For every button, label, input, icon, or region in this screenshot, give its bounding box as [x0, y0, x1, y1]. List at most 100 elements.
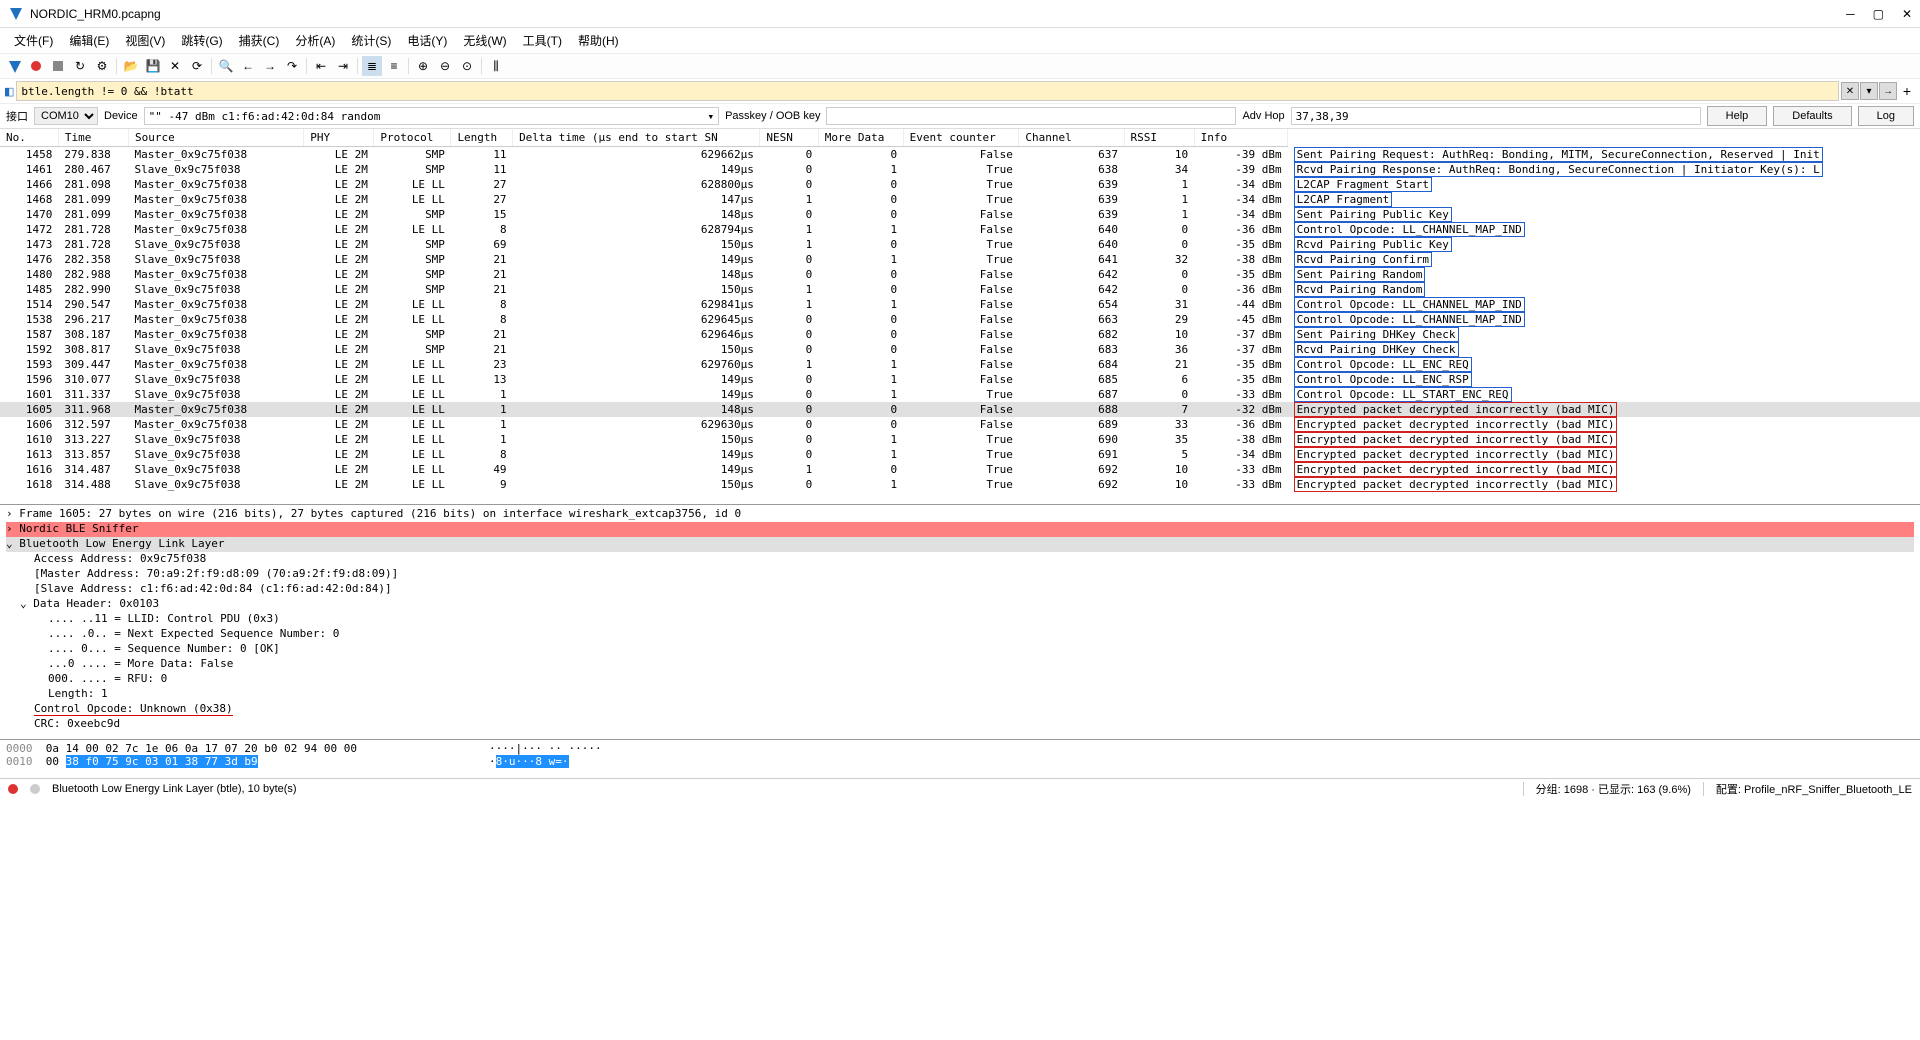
- detail-frame[interactable]: Frame 1605: 27 bytes on wire (216 bits),…: [6, 507, 1914, 522]
- minimize-button[interactable]: ─: [1846, 7, 1855, 21]
- app-icon: [8, 6, 24, 22]
- sniffer-toolbar: 接口 COM10 Device "" -47 dBm c1:f6:ad:42:0…: [0, 103, 1920, 129]
- status-bar: Bluetooth Low Energy Link Layer (btle), …: [0, 778, 1920, 798]
- advhop-input[interactable]: [1291, 107, 1701, 125]
- bookmark-icon[interactable]: ◧: [4, 85, 14, 98]
- table-row[interactable]: 1476282.358Slave_0x9c75f038LE 2MSMP21149…: [0, 252, 1920, 267]
- menu-item[interactable]: 工具(T): [517, 30, 568, 51]
- defaults-button[interactable]: Defaults: [1773, 106, 1851, 126]
- save-file-icon[interactable]: 💾: [143, 56, 163, 76]
- table-row[interactable]: 1601311.337Slave_0x9c75f038LE 2MLE LL114…: [0, 387, 1920, 402]
- menu-bar: 文件(F)编辑(E)视图(V)跳转(G)捕获(C)分析(A)统计(S)电话(Y)…: [0, 28, 1920, 53]
- go-first-icon[interactable]: ⇤: [311, 56, 331, 76]
- zoom-out-icon[interactable]: ⊖: [435, 56, 455, 76]
- menu-item[interactable]: 文件(F): [8, 30, 59, 51]
- table-row[interactable]: 1618314.488Slave_0x9c75f038LE 2MLE LL915…: [0, 477, 1920, 492]
- table-row[interactable]: 1610313.227Slave_0x9c75f038LE 2MLE LL115…: [0, 432, 1920, 447]
- go-back-icon[interactable]: ←: [238, 56, 258, 76]
- table-row[interactable]: 1485282.990Slave_0x9c75f038LE 2MSMP21150…: [0, 282, 1920, 297]
- table-row[interactable]: 1468281.099Master_0x9c75f038LE 2MLE LL27…: [0, 192, 1920, 207]
- log-button[interactable]: Log: [1858, 106, 1914, 126]
- table-row[interactable]: 1538296.217Master_0x9c75f038LE 2MLE LL86…: [0, 312, 1920, 327]
- status-right[interactable]: 配置: Profile_nRF_Sniffer_Bluetooth_LE: [1716, 781, 1912, 797]
- colorize-icon[interactable]: ≡: [384, 56, 404, 76]
- detail-slave[interactable]: [Slave Address: c1:f6:ad:42:0d:84 (c1:f6…: [6, 582, 1914, 597]
- table-row[interactable]: 1605311.968Master_0x9c75f038LE 2MLE LL11…: [0, 402, 1920, 417]
- reload-icon[interactable]: ⟳: [187, 56, 207, 76]
- menu-item[interactable]: 无线(W): [457, 30, 512, 51]
- detail-length[interactable]: Length: 1: [6, 687, 1914, 702]
- find-icon[interactable]: 🔍: [216, 56, 236, 76]
- table-row[interactable]: 1587308.187Master_0x9c75f038LE 2MSMP2162…: [0, 327, 1920, 342]
- detail-rfu[interactable]: 000. .... = RFU: 0: [6, 672, 1914, 687]
- go-last-icon[interactable]: ⇥: [333, 56, 353, 76]
- filter-clear-icon[interactable]: ✕: [1841, 82, 1859, 100]
- detail-llid[interactable]: .... ..11 = LLID: Control PDU (0x3): [6, 612, 1914, 627]
- main-toolbar: ↻ ⚙ 📂 💾 ✕ ⟳ 🔍 ← → ↷ ⇤ ⇥ ≣ ≡ ⊕ ⊖ ⊙ ⫼: [0, 53, 1920, 79]
- menu-item[interactable]: 编辑(E): [63, 30, 115, 51]
- table-row[interactable]: 1461280.467Slave_0x9c75f038LE 2MSMP11149…: [0, 162, 1920, 177]
- menu-item[interactable]: 分析(A): [289, 30, 341, 51]
- table-row[interactable]: 1473281.728Slave_0x9c75f038LE 2MSMP69150…: [0, 237, 1920, 252]
- detail-ble[interactable]: Bluetooth Low Energy Link Layer: [6, 537, 1914, 552]
- help-button[interactable]: Help: [1707, 106, 1768, 126]
- detail-nordic[interactable]: Nordic BLE Sniffer: [6, 522, 1914, 537]
- table-row[interactable]: 1480282.988Master_0x9c75f038LE 2MSMP2114…: [0, 267, 1920, 282]
- table-row[interactable]: 1592308.817Slave_0x9c75f038LE 2MSMP21150…: [0, 342, 1920, 357]
- menu-item[interactable]: 电话(Y): [401, 30, 453, 51]
- table-row[interactable]: 1466281.098Master_0x9c75f038LE 2MLE LL27…: [0, 177, 1920, 192]
- detail-datahdr[interactable]: Data Header: 0x0103: [6, 597, 1914, 612]
- table-row[interactable]: 1593309.447Master_0x9c75f038LE 2MLE LL23…: [0, 357, 1920, 372]
- menu-item[interactable]: 捕获(C): [233, 30, 286, 51]
- zoom-in-icon[interactable]: ⊕: [413, 56, 433, 76]
- table-row[interactable]: 1458279.838Master_0x9c75f038LE 2MSMP1162…: [0, 147, 1920, 162]
- filter-apply-icon[interactable]: →: [1879, 82, 1897, 100]
- close-file-icon[interactable]: ✕: [165, 56, 185, 76]
- table-row[interactable]: 1606312.597Master_0x9c75f038LE 2MLE LL16…: [0, 417, 1920, 432]
- table-row[interactable]: 1514290.547Master_0x9c75f038LE 2MLE LL86…: [0, 297, 1920, 312]
- restart-capture-icon[interactable]: [48, 56, 68, 76]
- go-to-packet-icon[interactable]: ↷: [282, 56, 302, 76]
- interface-select[interactable]: COM10: [34, 107, 98, 125]
- detail-more[interactable]: ...0 .... = More Data: False: [6, 657, 1914, 672]
- detail-access[interactable]: Access Address: 0x9c75f038: [6, 552, 1914, 567]
- detail-crc[interactable]: CRC: 0xeebc9d: [6, 717, 1914, 732]
- menu-item[interactable]: 统计(S): [345, 30, 397, 51]
- detail-ctrl[interactable]: Control Opcode: Unknown (0x38): [6, 702, 1914, 717]
- start-capture-icon[interactable]: [4, 56, 24, 76]
- close-button[interactable]: ✕: [1902, 7, 1912, 21]
- auto-scroll-icon[interactable]: ≣: [362, 56, 382, 76]
- detail-nesn[interactable]: .... .0.. = Next Expected Sequence Numbe…: [6, 627, 1914, 642]
- detail-sn[interactable]: .... 0... = Sequence Number: 0 [OK]: [6, 642, 1914, 657]
- zoom-reset-icon[interactable]: ⊙: [457, 56, 477, 76]
- menu-item[interactable]: 帮助(H): [572, 30, 625, 51]
- capture-options-icon[interactable]: ↻: [70, 56, 90, 76]
- passkey-input[interactable]: [826, 107, 1236, 125]
- open-file-icon[interactable]: 📂: [121, 56, 141, 76]
- menu-item[interactable]: 跳转(G): [175, 30, 228, 51]
- packet-list-pane[interactable]: No.TimeSourcePHYProtocolLengthDelta time…: [0, 129, 1920, 505]
- detail-master[interactable]: [Master Address: 70:a9:2f:f9:d8:09 (70:a…: [6, 567, 1914, 582]
- stop-capture-icon[interactable]: [26, 56, 46, 76]
- table-row[interactable]: 1596310.077Slave_0x9c75f038LE 2MLE LL131…: [0, 372, 1920, 387]
- table-row[interactable]: 1472281.728Master_0x9c75f038LE 2MLE LL86…: [0, 222, 1920, 237]
- maximize-button[interactable]: ▢: [1873, 7, 1884, 21]
- filter-add-icon[interactable]: +: [1898, 82, 1916, 100]
- table-row[interactable]: 1616314.487Slave_0x9c75f038LE 2MLE LL491…: [0, 462, 1920, 477]
- capture-info-icon[interactable]: [30, 784, 40, 794]
- expert-info-icon[interactable]: [8, 784, 18, 794]
- display-filter-input[interactable]: [16, 81, 1839, 101]
- interface-label: 接口: [6, 108, 28, 124]
- device-select[interactable]: "" -47 dBm c1:f6:ad:42:0d:84 random▾: [144, 107, 719, 125]
- hex-pane[interactable]: 0000 0a 14 00 02 7c 1e 06 0a 17 07 20 b0…: [0, 740, 1920, 778]
- menu-item[interactable]: 视图(V): [119, 30, 171, 51]
- go-forward-icon[interactable]: →: [260, 56, 280, 76]
- packet-list-header[interactable]: No.TimeSourcePHYProtocolLengthDelta time…: [0, 129, 1920, 147]
- filter-recent-icon[interactable]: ▾: [1860, 82, 1878, 100]
- hex-selection[interactable]: 38 f0 75 9c 03 01 38 77 3d b9: [66, 755, 258, 768]
- resize-columns-icon[interactable]: ⫼: [486, 56, 506, 76]
- table-row[interactable]: 1613313.857Slave_0x9c75f038LE 2MLE LL814…: [0, 447, 1920, 462]
- table-row[interactable]: 1470281.099Master_0x9c75f038LE 2MSMP1514…: [0, 207, 1920, 222]
- capture-filter-icon[interactable]: ⚙: [92, 56, 112, 76]
- packet-detail-pane[interactable]: Frame 1605: 27 bytes on wire (216 bits),…: [0, 505, 1920, 740]
